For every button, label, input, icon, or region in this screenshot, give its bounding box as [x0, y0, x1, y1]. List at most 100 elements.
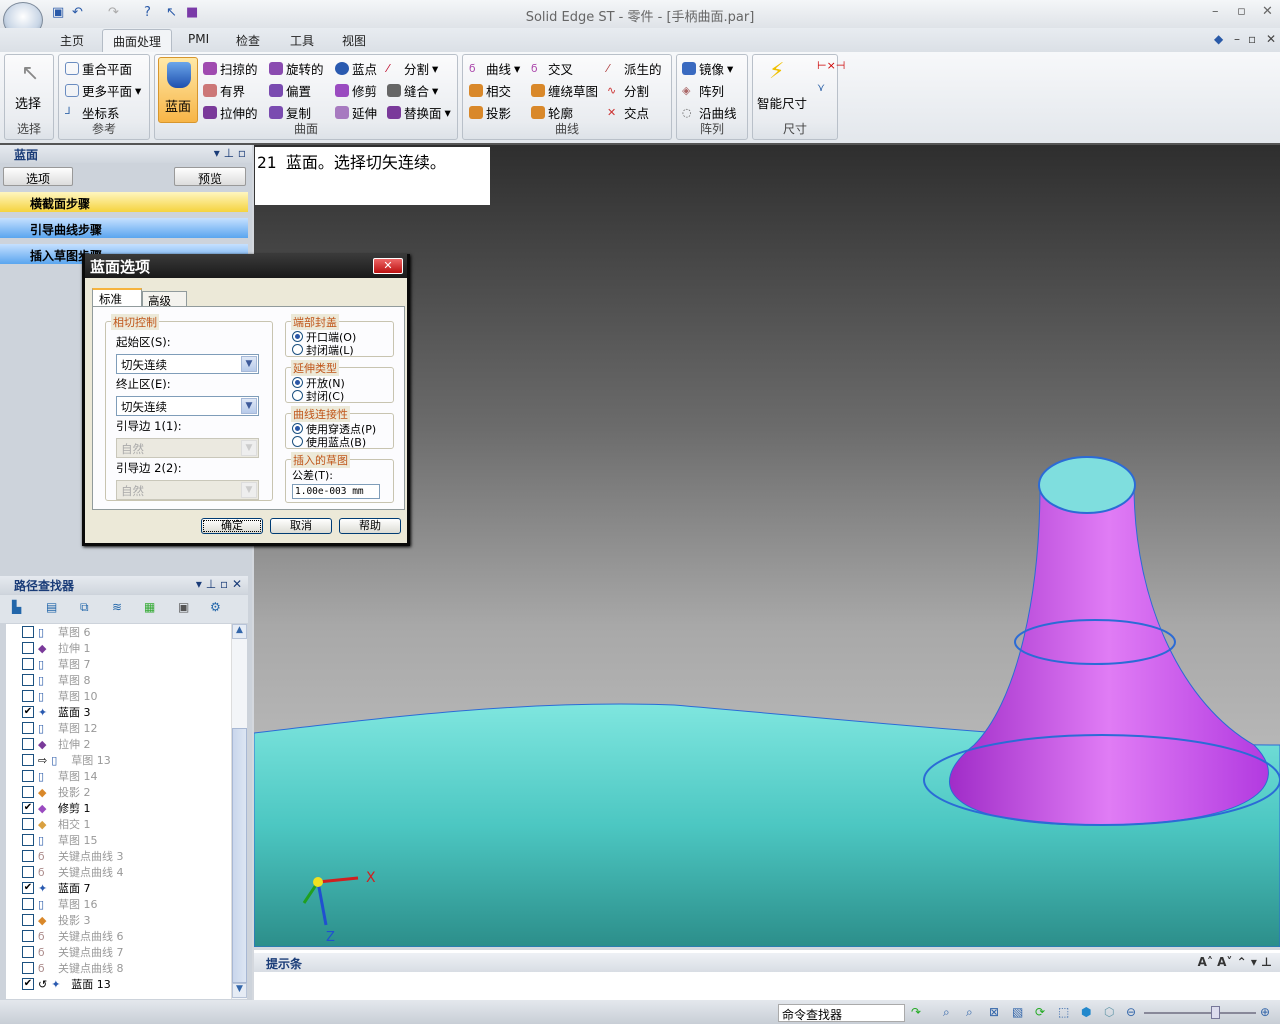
settings-icon[interactable]: ⚙ [210, 600, 221, 614]
go-icon[interactable]: ↷ [911, 1005, 921, 1019]
visibility-checkbox[interactable] [22, 946, 34, 958]
visibility-checkbox[interactable]: ✔ [22, 802, 34, 814]
shaded-icon[interactable]: ⬢ [1081, 1005, 1095, 1019]
visibility-checkbox[interactable] [22, 786, 34, 798]
tree-item[interactable]: ϭ 关键点曲线 4 [6, 864, 232, 880]
ok-button[interactable]: 确定 [201, 518, 263, 534]
tree-item[interactable]: ϭ 关键点曲线 7 [6, 944, 232, 960]
view-box-icon[interactable]: ⬚ [1058, 1005, 1072, 1019]
camera-icon[interactable]: ▣ [178, 600, 189, 614]
bluedot-button[interactable]: 蓝点 [335, 59, 377, 78]
guide-curve-step[interactable]: 引导曲线步骤 [0, 218, 248, 238]
visibility-checkbox[interactable] [22, 674, 34, 686]
more-planes-button[interactable]: 更多平面 ▾ [65, 81, 141, 100]
cancel-button[interactable]: 取消 [270, 518, 332, 534]
tab-standard[interactable]: 标准 [92, 288, 142, 307]
rotate-icon[interactable]: ⟳ [1035, 1005, 1049, 1019]
tree-item[interactable]: ⇨ ▯ 草图 13 [6, 752, 232, 768]
tree-item[interactable]: ◆ 相交 1 [6, 816, 232, 832]
scroll-down[interactable]: ▼ [232, 983, 247, 998]
help-icon[interactable]: ◆ [1214, 32, 1223, 46]
visibility-checkbox[interactable] [22, 642, 34, 654]
tab-tools[interactable]: 工具 [290, 32, 314, 49]
close-button[interactable]: ✕ [1262, 4, 1273, 19]
help-button[interactable]: 帮助 [339, 518, 401, 534]
bluedot-radio[interactable]: 使用蓝点(B) [292, 435, 366, 449]
fit-icon[interactable]: ⊠ [989, 1005, 1003, 1019]
preview-button[interactable]: 预览 [174, 167, 246, 186]
coincident-plane-button[interactable]: 重合平面 [65, 59, 132, 78]
dialog-close-button[interactable]: ✕ [373, 258, 403, 274]
tree-scrollbar[interactable]: ▲ ▼ [231, 624, 247, 999]
assembly-icon[interactable]: ⧉ [80, 600, 89, 615]
tree-item[interactable]: ✔ ↺ ✦ 蓝面 13 [6, 976, 232, 992]
wireframe-icon[interactable]: ⬡ [1104, 1005, 1118, 1019]
end-select[interactable]: 切矢连续 ▼ [116, 396, 259, 416]
tree-item[interactable]: ▯ 草图 14 [6, 768, 232, 784]
visibility-checkbox[interactable] [22, 738, 34, 750]
zoom-slider[interactable] [1144, 1012, 1256, 1014]
tree-item[interactable]: ▯ 草图 12 [6, 720, 232, 736]
visibility-checkbox[interactable]: ✔ [22, 882, 34, 894]
tree-item[interactable]: ▯ 草图 6 [6, 624, 232, 640]
tree-item[interactable]: ◆ 投影 2 [6, 784, 232, 800]
visibility-checkbox[interactable] [22, 914, 34, 926]
tab-home[interactable]: 主页 [60, 32, 84, 49]
zoom-slider-thumb[interactable] [1211, 1006, 1220, 1019]
trim-button[interactable]: 修剪 [335, 81, 377, 100]
wrap-sketch-button[interactable]: 缠绕草图 [531, 81, 598, 100]
zoom-area-icon[interactable]: ⌕ [943, 1005, 957, 1019]
tree-item[interactable]: ▯ 草图 15 [6, 832, 232, 848]
pan-icon[interactable]: ▧ [1012, 1005, 1026, 1019]
visibility-checkbox[interactable] [22, 658, 34, 670]
tab-view[interactable]: 视图 [342, 32, 366, 49]
visibility-checkbox[interactable] [22, 626, 34, 638]
mirror-button[interactable]: 镜像 ▾ [682, 59, 733, 78]
visibility-checkbox[interactable]: ✔ [22, 978, 34, 990]
smart-dimension-button[interactable]: 智能尺寸 [757, 93, 807, 112]
zoom-out-button[interactable]: ⊖ [1126, 1005, 1136, 1019]
zoom-icon[interactable]: ⌕ [966, 1005, 980, 1019]
visibility-checkbox[interactable] [22, 690, 34, 702]
doc-minimize[interactable]: – [1234, 32, 1240, 46]
stack-icon[interactable]: ≋ [112, 600, 122, 614]
command-finder-input[interactable]: 命令查找器 [778, 1004, 905, 1022]
visibility-checkbox[interactable] [22, 866, 34, 878]
closed-radio[interactable]: 封闭(C) [292, 389, 344, 403]
visibility-checkbox[interactable] [22, 930, 34, 942]
tree-item[interactable]: ✔ ✦ 蓝面 7 [6, 880, 232, 896]
tree-item[interactable]: ϭ 关键点曲线 3 [6, 848, 232, 864]
zoom-in-button[interactable]: ⊕ [1260, 1005, 1270, 1019]
maximize-button[interactable]: ▫ [1237, 4, 1246, 19]
visibility-checkbox[interactable] [22, 754, 34, 766]
angle-icon[interactable]: ⋎ [817, 81, 825, 94]
split-curve-button[interactable]: ∿ 分割 [607, 81, 649, 100]
offset-button[interactable]: 偏置 [269, 81, 311, 100]
visibility-checkbox[interactable] [22, 722, 34, 734]
scroll-thumb[interactable] [232, 728, 247, 983]
bluesurf-button[interactable]: 蓝面 [158, 57, 198, 123]
visibility-checkbox[interactable] [22, 834, 34, 846]
swept-button[interactable]: 扫掠的 [203, 59, 258, 78]
visibility-checkbox[interactable] [22, 850, 34, 862]
options-button[interactable]: 选项 [3, 167, 73, 186]
intersect-button[interactable]: 相交 [469, 81, 511, 100]
distance-icon[interactable]: ⊢×⊣ [817, 59, 845, 72]
curve-button[interactable]: ϭ 曲线 ▾ [469, 59, 520, 78]
cross-section-step[interactable]: 横截面步骤 [0, 192, 248, 212]
color-icon[interactable]: ▦ [144, 600, 155, 614]
cross-button[interactable]: ϭ 交叉 [531, 59, 573, 78]
bounded-button[interactable]: 有界 [203, 81, 245, 100]
tree-item[interactable]: ✔ ◆ 修剪 1 [6, 800, 232, 816]
visibility-checkbox[interactable] [22, 898, 34, 910]
tab-pmi[interactable]: PMI [188, 32, 209, 46]
visibility-checkbox[interactable] [22, 962, 34, 974]
tab-surfacing[interactable]: 曲面处理 [102, 29, 173, 53]
tree-item[interactable]: ▯ 草图 7 [6, 656, 232, 672]
tree-item[interactable]: ϭ 关键点曲线 6 [6, 928, 232, 944]
split-button[interactable]: ⁄ 分割 ▾ [387, 59, 438, 78]
tree-item[interactable]: ϭ 关键点曲线 8 [6, 960, 232, 976]
scroll-up[interactable]: ▲ [232, 624, 247, 639]
minimize-button[interactable]: – [1212, 4, 1219, 19]
visibility-checkbox[interactable] [22, 770, 34, 782]
